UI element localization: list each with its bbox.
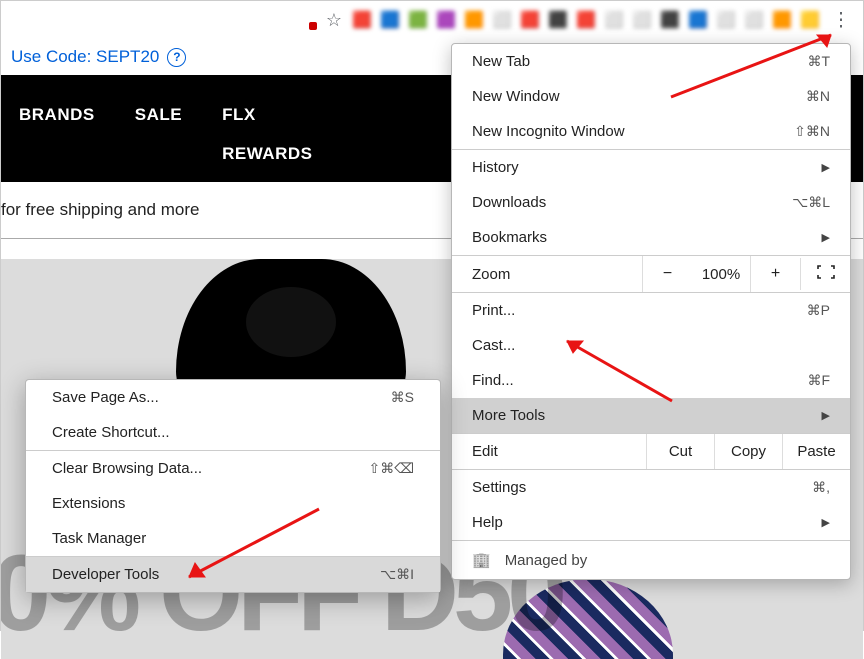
- menu-new-window[interactable]: New Window ⌘N: [452, 79, 850, 114]
- extension-icon[interactable]: 🟥: [519, 10, 541, 30]
- submenu-save-page-as[interactable]: Save Page As... ⌘S: [26, 380, 440, 415]
- chevron-right-icon: ▶: [822, 161, 830, 174]
- extension-icon[interactable]: ⬛: [547, 10, 569, 30]
- extension-icon[interactable]: ⬜: [491, 10, 513, 30]
- submenu-extensions[interactable]: Extensions: [26, 486, 440, 521]
- extension-icon[interactable]: ⬜: [743, 10, 765, 30]
- shipping-text: for free shipping and more: [1, 182, 432, 238]
- extension-icon[interactable]: ⬜: [715, 10, 737, 30]
- edit-cut-button[interactable]: Cut: [646, 434, 714, 469]
- menu-help[interactable]: Help ▶: [452, 505, 850, 540]
- kebab-menu-button[interactable]: ⋮: [827, 6, 855, 34]
- extension-icon[interactable]: 🟦: [379, 10, 401, 30]
- menu-incognito[interactable]: New Incognito Window ⇧⌘N: [452, 114, 850, 149]
- extension-icon[interactable]: ⬜: [631, 10, 653, 30]
- star-icon[interactable]: ☆: [323, 10, 345, 30]
- menu-downloads[interactable]: Downloads ⌥⌘L: [452, 185, 850, 220]
- submenu-task-manager[interactable]: Task Manager: [26, 521, 440, 556]
- edit-paste-button[interactable]: Paste: [782, 434, 850, 469]
- extension-icon[interactable]: 🟨: [799, 10, 821, 30]
- zoom-percent: 100%: [692, 266, 750, 283]
- menu-more-tools[interactable]: More Tools ▶: [452, 398, 850, 433]
- nav-flx[interactable]: FLX REWARDS: [222, 105, 312, 164]
- menu-print[interactable]: Print... ⌘P: [452, 293, 850, 328]
- shield-icon[interactable]: [295, 10, 317, 30]
- more-tools-submenu: Save Page As... ⌘S Create Shortcut... Cl…: [25, 379, 441, 593]
- fullscreen-button[interactable]: [800, 258, 850, 290]
- menu-managed-by[interactable]: 🏢 Managed by: [452, 540, 850, 579]
- chrome-menu: New Tab ⌘T New Window ⌘N New Incognito W…: [451, 43, 851, 580]
- chevron-right-icon: ▶: [822, 516, 830, 529]
- menu-find[interactable]: Find... ⌘F: [452, 363, 850, 398]
- extension-icon[interactable]: 🟥: [351, 10, 373, 30]
- menu-cast[interactable]: Cast...: [452, 328, 850, 363]
- chevron-right-icon: ▶: [822, 409, 830, 422]
- promo-text: Use Code: SEPT20: [11, 47, 159, 67]
- submenu-developer-tools[interactable]: Developer Tools ⌥⌘I: [26, 557, 440, 592]
- extension-icon[interactable]: 🟧: [771, 10, 793, 30]
- menu-zoom: Zoom − 100% +: [452, 256, 850, 292]
- extension-icon[interactable]: ⬛: [659, 10, 681, 30]
- browser-toolbar: ☆ 🟥 🟦 🟩 🟪 🟧 ⬜ 🟥 ⬛ 🟥 ⬜ ⬜ ⬛ 🟦 ⬜ ⬜ 🟧 🟨 ⋮: [1, 1, 863, 39]
- zoom-out-button[interactable]: −: [642, 256, 692, 292]
- extension-icon[interactable]: 🟦: [687, 10, 709, 30]
- zoom-in-button[interactable]: +: [750, 256, 800, 292]
- enterprise-icon: 🏢: [472, 551, 491, 569]
- submenu-create-shortcut[interactable]: Create Shortcut...: [26, 415, 440, 450]
- extension-icon[interactable]: 🟪: [435, 10, 457, 30]
- submenu-clear-browsing-data[interactable]: Clear Browsing Data... ⇧⌘⌫: [26, 451, 440, 486]
- info-icon[interactable]: ?: [167, 48, 186, 67]
- menu-history[interactable]: History ▶: [452, 150, 850, 185]
- nav-sale[interactable]: SALE: [135, 105, 182, 164]
- menu-new-tab[interactable]: New Tab ⌘T: [452, 44, 850, 79]
- menu-edit: Edit Cut Copy Paste: [452, 434, 850, 469]
- menu-bookmarks[interactable]: Bookmarks ▶: [452, 220, 850, 255]
- extension-icon[interactable]: ⬜: [603, 10, 625, 30]
- edit-copy-button[interactable]: Copy: [714, 434, 782, 469]
- extension-icon[interactable]: 🟥: [575, 10, 597, 30]
- nav-brands[interactable]: BRANDS: [19, 105, 95, 164]
- extension-icon[interactable]: 🟩: [407, 10, 429, 30]
- extension-icon[interactable]: 🟧: [463, 10, 485, 30]
- chevron-right-icon: ▶: [822, 231, 830, 244]
- menu-settings[interactable]: Settings ⌘,: [452, 470, 850, 505]
